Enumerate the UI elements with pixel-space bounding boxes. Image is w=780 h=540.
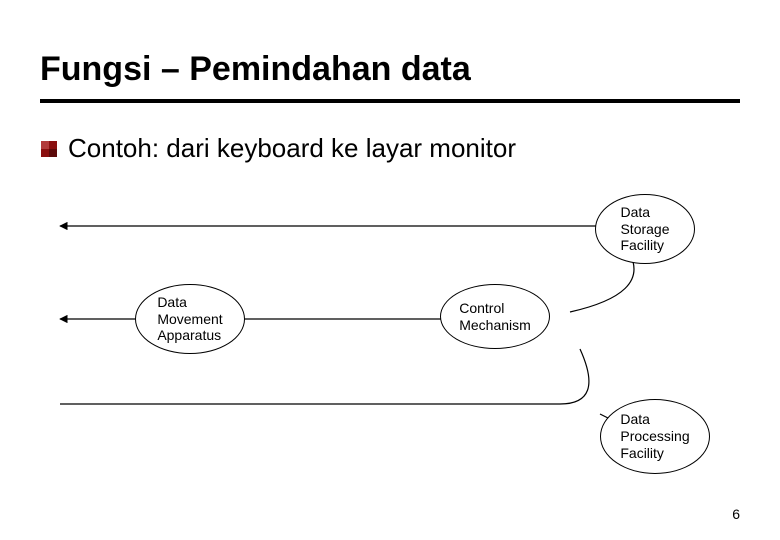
diagram: Data Storage Facility Data Movement Appa… [40, 184, 740, 484]
node-data-processing: Data Processing Facility [600, 399, 710, 474]
node-label: Control Mechanism [459, 300, 531, 334]
bullet-square-icon [40, 140, 58, 158]
node-data-storage: Data Storage Facility [595, 194, 695, 264]
node-control-mechanism: Control Mechanism [440, 284, 550, 349]
slide: Fungsi – Pemindahan data Contoh: dari ke… [0, 0, 780, 540]
node-data-movement: Data Movement Apparatus [135, 284, 245, 354]
slide-title: Fungsi – Pemindahan data [40, 50, 740, 89]
page-number: 6 [732, 506, 740, 522]
title-underline [40, 99, 740, 103]
bullet-text: Contoh: dari keyboard ke layar monitor [68, 133, 516, 164]
node-label: Data Processing Facility [620, 411, 689, 461]
node-label: Data Movement Apparatus [157, 294, 222, 344]
node-label: Data Storage Facility [620, 204, 669, 254]
bullet-item: Contoh: dari keyboard ke layar monitor [40, 133, 740, 164]
